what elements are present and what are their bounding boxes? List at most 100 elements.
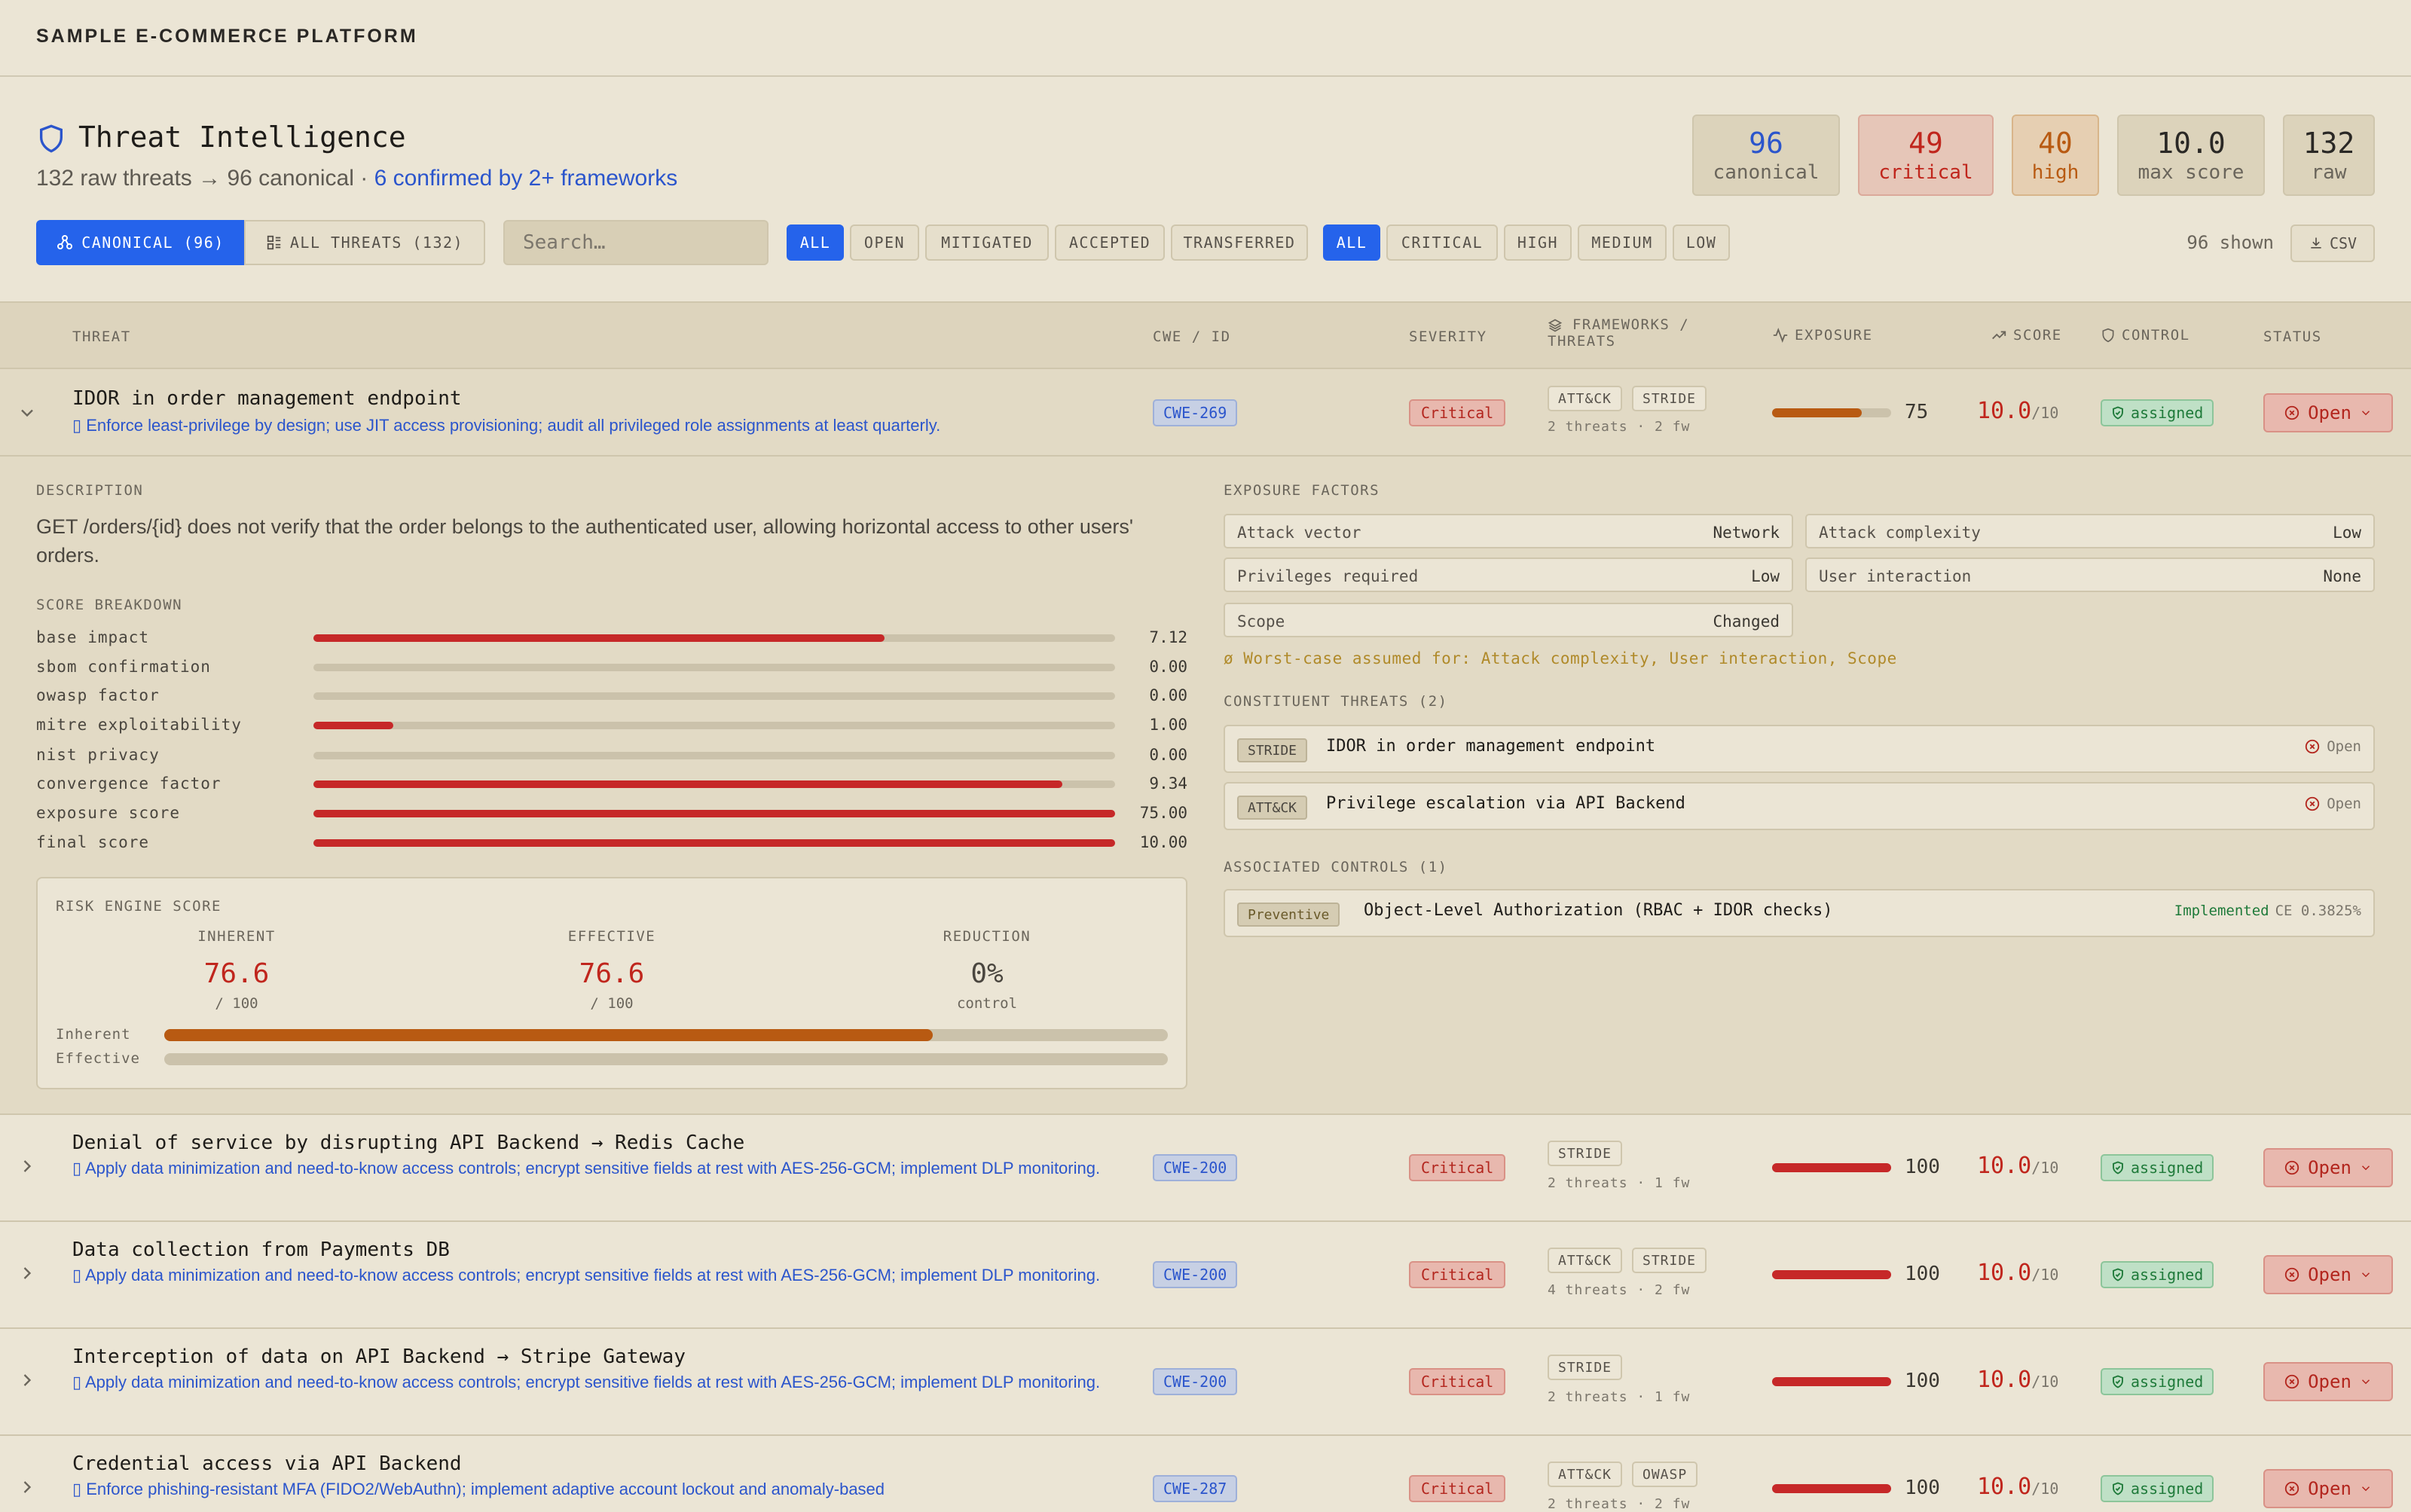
- framework-tag: STRIDE: [1548, 1141, 1623, 1166]
- factor-privileges-required: Privileges required Low: [1224, 557, 1793, 592]
- risk-inherent: INHERENT 76.6 / 100: [124, 928, 350, 1012]
- col-exposure-label: EXPOSURE: [1795, 327, 1873, 344]
- breakdown-label: exposure score: [36, 804, 181, 822]
- framework-tag: ATT&CK: [1548, 1248, 1623, 1273]
- control-badge[interactable]: assigned: [2101, 1261, 2214, 1288]
- col-cwe[interactable]: CWE / ID: [1153, 328, 1231, 345]
- status-dropdown[interactable]: Open: [2263, 1148, 2393, 1187]
- chevron-right-icon[interactable]: [17, 1263, 38, 1284]
- page-subtitle: 132 raw threats → 96 canonical · 6 confi…: [36, 166, 677, 191]
- control-ce: CE 0.3825%: [2275, 903, 2361, 919]
- factor-attack-vector: Attack vector Network: [1224, 514, 1793, 548]
- table-row[interactable]: IDOR in order management endpoint ▯ Enfo…: [0, 369, 2411, 457]
- control-badge[interactable]: assigned: [2101, 399, 2214, 426]
- breakdown-label: base impact: [36, 628, 150, 646]
- risk-inherent-value: 76.6: [203, 958, 270, 989]
- status-label: Open: [2308, 1264, 2351, 1285]
- control-badge[interactable]: assigned: [2101, 1368, 2214, 1395]
- chevron-right-icon[interactable]: [17, 1477, 38, 1498]
- table-row[interactable]: Interception of data on API Backend → St…: [0, 1329, 2411, 1436]
- view-all-button[interactable]: ALL THREATS (132): [244, 220, 485, 265]
- factor-value: Changed: [1713, 612, 1780, 631]
- associated-control[interactable]: Preventive Object-Level Authorization (R…: [1224, 889, 2375, 937]
- view-canonical-button[interactable]: CANONICAL (96): [36, 220, 244, 265]
- severity-filter-high[interactable]: HIGH: [1504, 225, 1572, 261]
- factor-scope: Scope Changed: [1224, 603, 1793, 637]
- shown-count: 96 shown: [2186, 232, 2274, 253]
- breakdown-label: final score: [36, 833, 150, 851]
- chevron-down-icon: [2361, 1165, 2370, 1171]
- factor-value: None: [2323, 567, 2361, 585]
- col-frameworks[interactable]: FRAMEWORKS / THREATS: [1548, 316, 1689, 350]
- csv-export-button[interactable]: CSV: [2290, 225, 2375, 262]
- status-filter-all[interactable]: ALL: [787, 225, 844, 261]
- shield-check-icon: [2113, 406, 2123, 420]
- col-status[interactable]: STATUS: [2263, 328, 2322, 345]
- severity-badge: Critical: [1409, 399, 1506, 426]
- score-suffix: /10: [2031, 1373, 2059, 1391]
- col-control[interactable]: CONTROL: [2101, 327, 2190, 344]
- constituent-threat[interactable]: ATT&CK Privilege escalation via API Back…: [1224, 782, 2375, 830]
- score-number: 10.0: [1977, 1367, 2032, 1393]
- factor-attack-complexity: Attack complexity Low: [1805, 514, 2375, 548]
- factor-key: Privileges required: [1237, 567, 1419, 585]
- download-icon: [2311, 237, 2321, 249]
- cwe-badge[interactable]: CWE-269: [1153, 399, 1238, 426]
- threat-description: GET /orders/{id} does not verify that th…: [36, 515, 1134, 567]
- severity-filter-all[interactable]: ALL: [1323, 225, 1380, 261]
- control-badge[interactable]: assigned: [2101, 1475, 2214, 1502]
- constituent-tag: ATT&CK: [1237, 796, 1308, 820]
- threat-mitigation: ▯ Apply data minimization and need-to-kn…: [72, 1159, 1101, 1178]
- threat-name: Data collection from Payments DB: [72, 1239, 450, 1261]
- chevron-down-icon[interactable]: [17, 402, 38, 423]
- table-row[interactable]: Data collection from Payments DB ▯ Apply…: [0, 1222, 2411, 1329]
- severity-filter-critical[interactable]: CRITICAL: [1386, 225, 1498, 261]
- confirmed-link[interactable]: 6 confirmed by 2+ frameworks: [374, 166, 678, 191]
- top-bar: SAMPLE E-COMMERCE PLATFORM: [0, 0, 2411, 77]
- status-dropdown[interactable]: Open: [2263, 1255, 2393, 1294]
- status-dropdown[interactable]: Open: [2263, 393, 2393, 432]
- col-severity[interactable]: SEVERITY: [1409, 328, 1487, 345]
- severity-filter-low[interactable]: LOW: [1673, 225, 1730, 261]
- cwe-badge[interactable]: CWE-200: [1153, 1154, 1238, 1181]
- table-row[interactable]: Credential access via API Backend ▯ Enfo…: [0, 1436, 2411, 1512]
- control-badge[interactable]: assigned: [2101, 1154, 2214, 1181]
- status-filter-open[interactable]: OPEN: [850, 225, 919, 261]
- risk-bar-inherent-fill: [164, 1029, 934, 1041]
- status-dropdown[interactable]: Open: [2263, 1469, 2393, 1508]
- shield-check-icon: [2113, 1268, 2123, 1281]
- search-input[interactable]: [503, 220, 769, 265]
- constituent-threat[interactable]: STRIDE IDOR in order management endpoint…: [1224, 725, 2375, 773]
- breakdown-track: [313, 634, 1115, 642]
- chevron-right-icon[interactable]: [17, 1370, 38, 1391]
- risk-reduction-label: REDUCTION: [943, 928, 1031, 945]
- factor-key: User interaction: [1819, 567, 1972, 585]
- cwe-badge[interactable]: CWE-200: [1153, 1368, 1238, 1395]
- col-frameworks-label-2: THREATS: [1548, 333, 1616, 350]
- control-type-tag: Preventive: [1237, 903, 1340, 927]
- risk-reduction-value: 0%: [970, 958, 1004, 989]
- stat-label: critical: [1878, 161, 1973, 184]
- table-row[interactable]: Denial of service by disrupting API Back…: [0, 1115, 2411, 1222]
- breakdown-track: [313, 692, 1115, 700]
- severity-filter-medium[interactable]: MEDIUM: [1578, 225, 1667, 261]
- breakdown-track: [313, 780, 1115, 788]
- status-dropdown[interactable]: Open: [2263, 1362, 2393, 1401]
- col-score[interactable]: SCORE: [1991, 327, 2062, 344]
- col-threat[interactable]: THREAT: [72, 328, 131, 345]
- stat-value: 96: [1749, 127, 1783, 160]
- stat-canonical: 96 canonical: [1692, 115, 1840, 196]
- filter-bar: CANONICAL (96) ALL THREATS (132) ALL OPE…: [36, 220, 2375, 265]
- breakdown-value: 9.34: [1149, 774, 1187, 793]
- col-exposure[interactable]: EXPOSURE: [1772, 327, 1873, 344]
- cwe-badge[interactable]: CWE-287: [1153, 1475, 1238, 1502]
- status-filter-mitigated[interactable]: MITIGATED: [925, 225, 1049, 261]
- chevron-right-icon[interactable]: [17, 1156, 38, 1177]
- control-label: assigned: [2131, 1159, 2204, 1177]
- status-filter-accepted[interactable]: ACCEPTED: [1055, 225, 1165, 261]
- exposure-bar: [1772, 1377, 1891, 1386]
- factor-value: Network: [1713, 524, 1780, 542]
- cwe-badge[interactable]: CWE-200: [1153, 1261, 1238, 1288]
- threat-mitigation: ▯ Enforce least-privilege by design; use…: [72, 416, 941, 435]
- status-filter-transferred[interactable]: TRANSFERRED: [1171, 225, 1308, 261]
